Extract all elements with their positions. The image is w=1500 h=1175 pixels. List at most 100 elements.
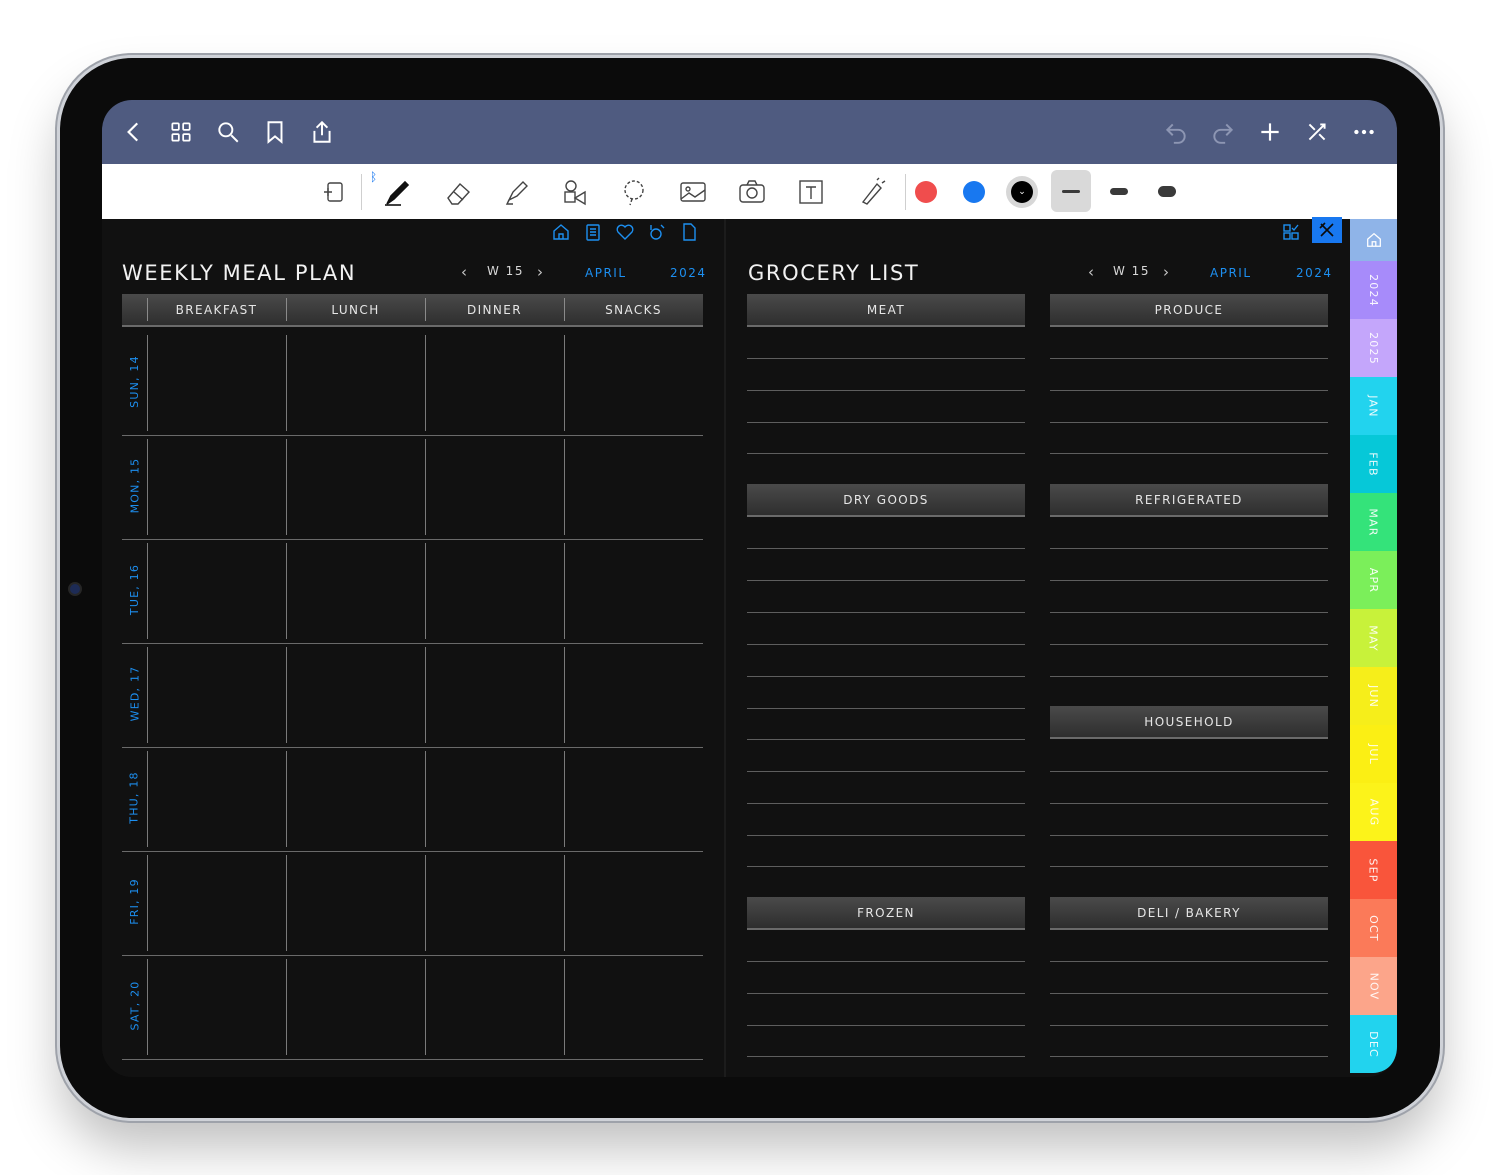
next-week-icon[interactable]: › bbox=[1163, 263, 1169, 281]
prev-week-icon[interactable]: ‹ bbox=[461, 263, 467, 281]
side-tab-feb[interactable]: FEB bbox=[1350, 435, 1397, 493]
share-icon[interactable] bbox=[306, 116, 338, 148]
day-row-wednesday[interactable]: WED, 17 bbox=[122, 643, 703, 748]
list-line[interactable] bbox=[1050, 548, 1328, 549]
document-icon[interactable] bbox=[678, 221, 700, 243]
list-line[interactable] bbox=[747, 422, 1025, 423]
list-line[interactable] bbox=[747, 644, 1025, 645]
side-tab-nov[interactable]: NOV bbox=[1350, 957, 1397, 1015]
day-row-thursday[interactable]: THU, 18 bbox=[122, 747, 703, 852]
list-line[interactable] bbox=[1050, 390, 1328, 391]
side-tab-2025[interactable]: 2025 bbox=[1350, 319, 1397, 377]
list-line[interactable] bbox=[747, 708, 1025, 709]
meal-tools-icon[interactable] bbox=[1312, 217, 1342, 243]
redo-icon[interactable] bbox=[1207, 116, 1239, 148]
list-line[interactable] bbox=[747, 676, 1025, 677]
list-line[interactable] bbox=[747, 390, 1025, 391]
list-line[interactable] bbox=[1050, 1025, 1328, 1026]
list-line[interactable] bbox=[1050, 453, 1328, 454]
read-only-icon[interactable] bbox=[316, 173, 354, 211]
list-line[interactable] bbox=[747, 358, 1025, 359]
list-line[interactable] bbox=[1050, 866, 1328, 867]
side-tab-may[interactable]: MAY bbox=[1350, 609, 1397, 667]
plus-icon[interactable] bbox=[1254, 116, 1286, 148]
side-tab-apr[interactable]: APR bbox=[1350, 551, 1397, 609]
notepad-icon[interactable] bbox=[582, 221, 604, 243]
list-line[interactable] bbox=[1050, 422, 1328, 423]
highlighter-icon[interactable] bbox=[498, 173, 536, 211]
side-tab-jul[interactable]: JUL bbox=[1350, 725, 1397, 783]
list-line[interactable] bbox=[747, 580, 1025, 581]
list-line[interactable] bbox=[747, 803, 1025, 804]
side-tab-jan[interactable]: JAN bbox=[1350, 377, 1397, 435]
list-line[interactable] bbox=[1050, 961, 1328, 962]
list-line[interactable] bbox=[747, 1056, 1025, 1057]
side-tab-dec[interactable]: DEC bbox=[1350, 1015, 1397, 1073]
next-week-icon[interactable]: › bbox=[537, 263, 543, 281]
list-line[interactable] bbox=[747, 548, 1025, 549]
list-line[interactable] bbox=[1050, 644, 1328, 645]
side-tab-sep[interactable]: SEP bbox=[1350, 841, 1397, 899]
day-row-monday[interactable]: MON, 15 bbox=[122, 435, 703, 540]
day-row-tuesday[interactable]: TUE, 16 bbox=[122, 539, 703, 644]
bookmark-icon[interactable] bbox=[259, 116, 291, 148]
stroke-thick[interactable] bbox=[1147, 170, 1187, 212]
heart-icon[interactable] bbox=[614, 221, 636, 243]
list-line[interactable] bbox=[1050, 1056, 1328, 1057]
list-line[interactable] bbox=[747, 771, 1025, 772]
image-icon[interactable] bbox=[674, 173, 712, 211]
day-row-friday[interactable]: FRI, 19 bbox=[122, 851, 703, 956]
pen-icon[interactable] bbox=[378, 173, 416, 211]
list-line[interactable] bbox=[1050, 580, 1328, 581]
search-icon[interactable] bbox=[212, 116, 244, 148]
side-tab-home[interactable] bbox=[1350, 219, 1397, 261]
list-line[interactable] bbox=[747, 993, 1025, 994]
list-line[interactable] bbox=[1050, 993, 1328, 994]
list-line[interactable] bbox=[747, 961, 1025, 962]
list-line[interactable] bbox=[1050, 612, 1328, 613]
list-line[interactable] bbox=[747, 866, 1025, 867]
prev-week-icon[interactable]: ‹ bbox=[1088, 263, 1094, 281]
side-tab-2024[interactable]: 2024 bbox=[1350, 261, 1397, 319]
layout-icon[interactable] bbox=[1280, 221, 1302, 243]
meal-icon[interactable] bbox=[646, 221, 668, 243]
list-line[interactable] bbox=[747, 835, 1025, 836]
week-number[interactable]: W 15 bbox=[1113, 264, 1150, 278]
laser-pointer-icon[interactable] bbox=[852, 173, 890, 211]
list-line[interactable] bbox=[747, 612, 1025, 613]
year-link[interactable]: 2024 bbox=[670, 266, 707, 280]
eraser-icon[interactable] bbox=[439, 173, 477, 211]
list-line[interactable] bbox=[747, 1025, 1025, 1026]
lasso-icon[interactable] bbox=[615, 173, 653, 211]
list-line[interactable] bbox=[1050, 358, 1328, 359]
stroke-medium[interactable] bbox=[1099, 170, 1139, 212]
side-tab-mar[interactable]: MAR bbox=[1350, 493, 1397, 551]
shapes-icon[interactable] bbox=[556, 173, 594, 211]
list-line[interactable] bbox=[1050, 771, 1328, 772]
year-link[interactable]: 2024 bbox=[1296, 266, 1333, 280]
home-icon[interactable] bbox=[550, 221, 572, 243]
side-tab-jun[interactable]: JUN bbox=[1350, 667, 1397, 725]
side-tab-aug[interactable]: AUG bbox=[1350, 783, 1397, 841]
week-number[interactable]: W 15 bbox=[487, 264, 524, 278]
color-swatch-red[interactable] bbox=[915, 181, 937, 203]
color-swatch-blue[interactable] bbox=[963, 181, 985, 203]
list-line[interactable] bbox=[1050, 676, 1328, 677]
day-row-sunday[interactable]: SUN, 14 bbox=[122, 331, 703, 436]
grid-icon[interactable] bbox=[165, 116, 197, 148]
list-line[interactable] bbox=[747, 739, 1025, 740]
text-icon[interactable] bbox=[792, 173, 830, 211]
list-line[interactable] bbox=[1050, 803, 1328, 804]
camera-icon[interactable] bbox=[733, 173, 771, 211]
stroke-thin-selected[interactable] bbox=[1051, 170, 1091, 212]
more-icon[interactable] bbox=[1348, 116, 1380, 148]
day-row-saturday[interactable]: SAT, 20 bbox=[122, 955, 703, 1060]
collapse-icon[interactable] bbox=[1301, 116, 1333, 148]
side-tab-oct[interactable]: OCT bbox=[1350, 899, 1397, 957]
list-line[interactable] bbox=[747, 453, 1025, 454]
month-link[interactable]: APRIL bbox=[585, 266, 627, 280]
list-line[interactable] bbox=[1050, 835, 1328, 836]
back-chevron-icon[interactable] bbox=[118, 116, 150, 148]
month-link[interactable]: APRIL bbox=[1210, 266, 1252, 280]
color-swatch-black-selected[interactable]: ⌄ bbox=[1006, 176, 1038, 208]
